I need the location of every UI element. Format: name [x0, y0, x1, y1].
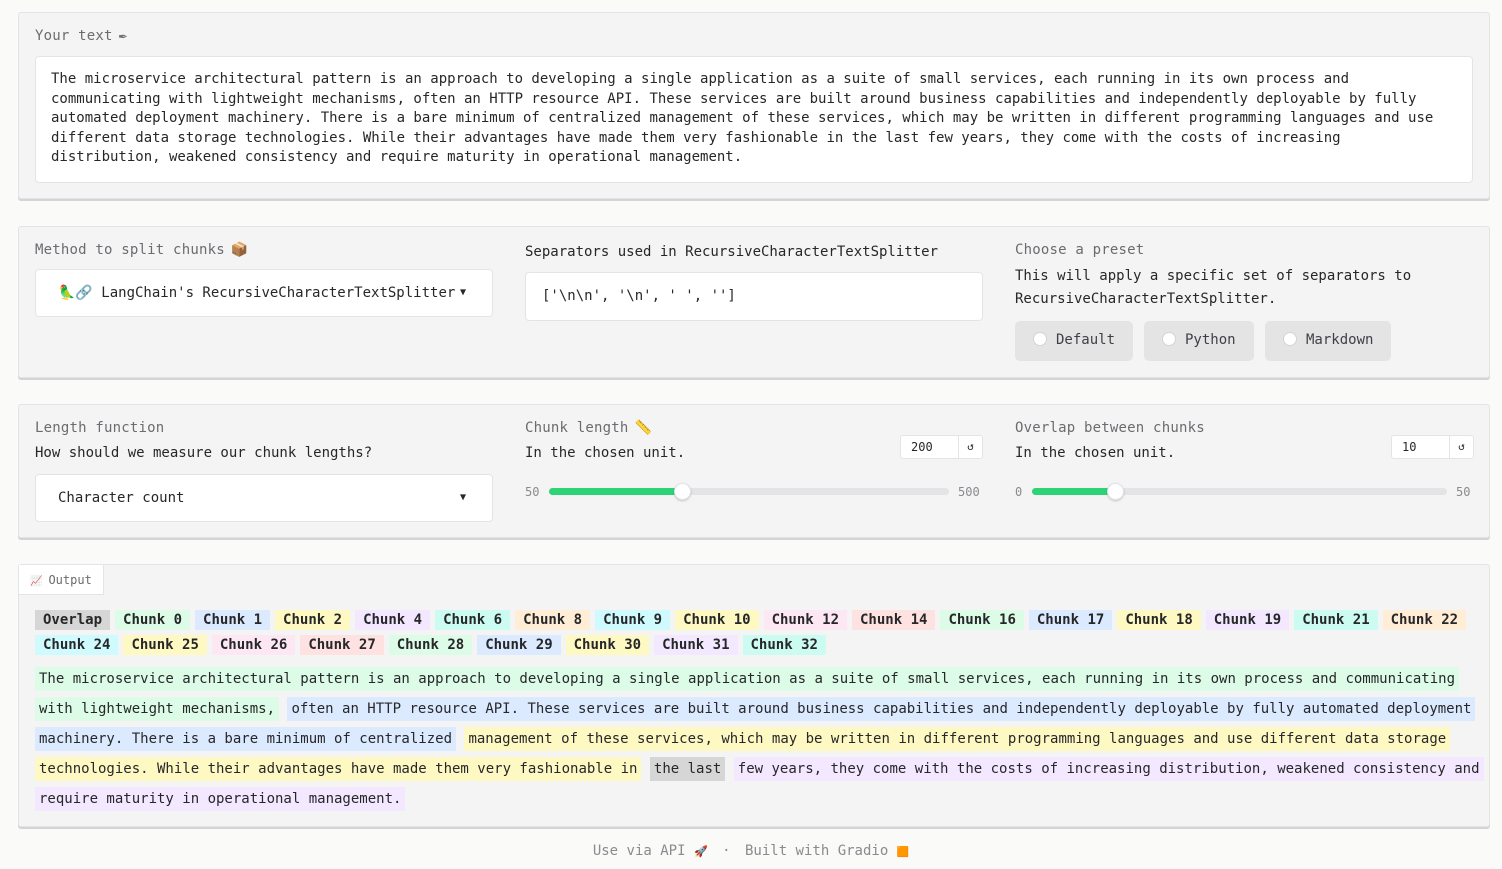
chunk-length-max: 500	[958, 485, 980, 499]
legend-chunk: Chunk 29	[477, 635, 561, 655]
preset-option-markdown[interactable]: Markdown	[1265, 321, 1392, 361]
chevron-down-icon: ▼	[459, 287, 466, 298]
overlap-label: Overlap between chunks	[1015, 420, 1205, 436]
chunk-legend: Overlap Chunk 0 Chunk 1 Chunk 2 Chunk 4 Chunk…	[35, 608, 1475, 658]
slider-handle[interactable]	[674, 483, 692, 500]
legend-chunk: Chunk 22	[1382, 610, 1467, 630]
gradio-logo-icon: 🟧	[896, 847, 910, 858]
chunk-length-min: 50	[525, 485, 540, 499]
separators-label: Separators used in RecursiveCharacterTex…	[525, 244, 939, 260]
splitter-settings-panel: Method to split chunks 📦 🦜🔗 LangChain's R…	[18, 226, 1490, 378]
legend-chunk: Chunk 32	[742, 635, 826, 655]
output-panel: 📈 Output Overlap Chunk 0 Chunk 1 Chunk 2 Chun…	[18, 564, 1490, 827]
legend-chunk: Chunk 2	[275, 610, 351, 630]
footer: Use via API 🚀 · Built with Gradio 🟧	[0, 843, 1502, 859]
separators-input[interactable]: ['\n\n', '\n', ' ', '']	[525, 272, 983, 321]
chevron-down-icon: ▼	[459, 492, 466, 503]
legend-chunk: Chunk 19	[1205, 610, 1290, 630]
legend-chunk: Chunk 17	[1028, 610, 1113, 630]
footer-separator: ·	[722, 843, 731, 859]
text-input-panel: Your text ✒ The microservice architectura…	[18, 12, 1490, 199]
text-input-area[interactable]: The microservice architectural pattern i…	[35, 56, 1473, 183]
legend-chunk: Chunk 27	[300, 635, 384, 655]
slider-handle[interactable]	[1107, 483, 1124, 500]
legend-chunk: Chunk 30	[565, 635, 650, 655]
pen-icon: ✒	[118, 28, 128, 44]
radio-circle-icon	[1033, 332, 1047, 346]
legend-chunk: Chunk 10	[675, 610, 759, 630]
preset-option-label: Python	[1185, 332, 1236, 348]
legend-chunk: Chunk 14	[852, 610, 936, 630]
legend-chunk: Chunk 25	[123, 635, 207, 655]
legend-chunk: Chunk 1	[195, 610, 271, 630]
legend-chunk: Chunk 9	[595, 610, 671, 630]
text-input-label: Your text ✒	[35, 28, 128, 44]
overlap-slider[interactable]	[1032, 483, 1447, 500]
use-via-api-link[interactable]: Use via API 🚀	[593, 843, 708, 859]
rocket-icon: 🚀	[693, 845, 708, 858]
legend-chunk: Chunk 6	[435, 610, 511, 630]
output-tab-label: Output	[48, 573, 92, 587]
preset-label: Choose a preset	[1015, 242, 1145, 258]
length-function-selected: Character count	[58, 490, 185, 506]
legend-chunk: Chunk 31	[654, 635, 738, 655]
chunk-length-value: 200	[911, 440, 933, 454]
overlap-max: 50	[1456, 485, 1471, 499]
ruler-icon: 📏	[634, 420, 653, 436]
legend-chunk: Chunk 24	[35, 635, 119, 655]
legend-chunk: Chunk 12	[763, 610, 847, 630]
length-function-info: How should we measure our chunk lengths?	[35, 445, 373, 461]
built-with-gradio-link[interactable]: Built with Gradio 🟧	[745, 843, 909, 859]
legend-chunk: Chunk 8	[515, 610, 591, 630]
legend-overlap: Overlap	[35, 610, 111, 630]
preset-option-python[interactable]: Python	[1144, 321, 1254, 361]
chunk-length-label: Chunk length 📏	[525, 420, 653, 436]
method-selected-value: 🦜🔗 LangChain's RecursiveCharacterTextSpl…	[58, 285, 456, 301]
legend-chunk: Chunk 21	[1294, 610, 1378, 630]
overlap-info: In the chosen unit.	[1015, 445, 1176, 461]
legend-chunk: Chunk 18	[1117, 610, 1201, 630]
length-function-dropdown[interactable]: Character count ▼	[35, 474, 493, 522]
radio-circle-icon	[1283, 332, 1297, 346]
chunk-length-info: In the chosen unit.	[525, 445, 686, 461]
overlap-min: 0	[1015, 485, 1023, 499]
overlap-value: 10	[1402, 440, 1417, 454]
legend-chunk: Chunk 16	[940, 610, 1024, 630]
method-dropdown[interactable]: 🦜🔗 LangChain's RecursiveCharacterTextSpl…	[35, 269, 493, 317]
overlap-number-input[interactable]: 10 ↺	[1391, 435, 1474, 459]
box-icon: 📦	[230, 242, 249, 258]
preset-info: This will apply a specific set of separa…	[1015, 268, 1412, 307]
chunk-length-number-input[interactable]: 200 ↺	[900, 435, 983, 459]
preset-option-label: Markdown	[1306, 332, 1374, 348]
preset-option-default[interactable]: Default	[1015, 321, 1134, 361]
legend-chunk: Chunk 0	[115, 610, 191, 630]
legend-chunk: Chunk 4	[355, 610, 431, 630]
reset-icon[interactable]: ↺	[1449, 436, 1473, 458]
chart-icon: 📈	[30, 576, 43, 587]
output-tab[interactable]: 📈 Output	[19, 565, 104, 595]
legend-chunk: Chunk 28	[388, 635, 473, 655]
chunk-segment: the last	[649, 757, 726, 781]
slider-fill	[549, 488, 683, 495]
radio-circle-icon	[1162, 332, 1176, 346]
preset-option-label: Default	[1056, 332, 1116, 348]
reset-icon[interactable]: ↺	[958, 436, 982, 458]
method-label: Method to split chunks 📦	[35, 242, 249, 258]
chunk-length-slider[interactable]	[549, 483, 949, 500]
length-settings-panel: Length function How should we measure ou…	[18, 404, 1490, 538]
slider-fill	[1032, 488, 1115, 495]
highlighted-output: The microservice architectural pattern i…	[35, 664, 1485, 814]
legend-chunk: Chunk 26	[211, 635, 296, 655]
length-function-label: Length function	[35, 420, 165, 436]
